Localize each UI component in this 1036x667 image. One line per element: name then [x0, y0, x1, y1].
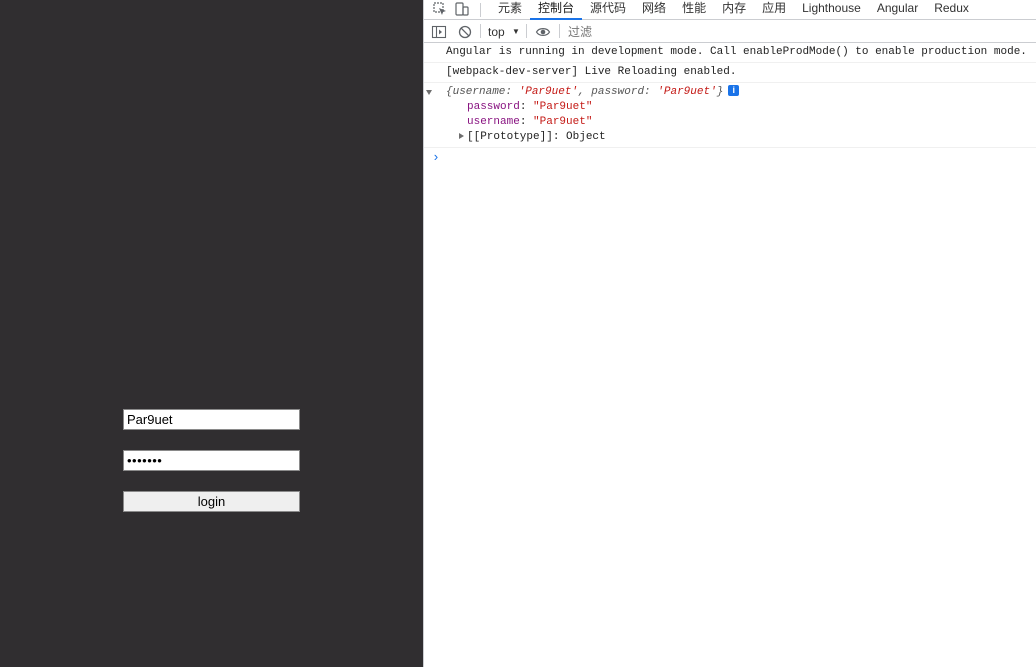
tab-memory[interactable]: 内存	[714, 0, 754, 20]
app-pane: login	[0, 0, 423, 667]
object-property-row: username: "Par9uet"	[467, 116, 593, 128]
clear-console-icon[interactable]	[457, 24, 473, 40]
toolbar-divider	[559, 24, 560, 38]
chevron-down-icon: ▼	[512, 27, 520, 36]
property-key: username	[467, 116, 520, 128]
console-object-entry: {username: 'Par9uet', password: 'Par9uet…	[424, 83, 1036, 148]
expand-triangle-icon[interactable]	[426, 90, 432, 95]
console-filter-input[interactable]	[568, 23, 1028, 41]
object-property-row: password: "Par9uet"	[467, 101, 593, 113]
tab-angular[interactable]: Angular	[869, 0, 926, 20]
console-prompt[interactable]: ›	[424, 148, 1036, 167]
console-output: Angular is running in development mode. …	[424, 43, 1036, 167]
tab-sources[interactable]: 源代码	[582, 0, 634, 20]
collapsed-triangle-icon[interactable]	[459, 133, 464, 139]
tab-network[interactable]: 网络	[634, 0, 674, 20]
login-button[interactable]: login	[123, 491, 300, 512]
username-input[interactable]	[123, 409, 300, 430]
toolbar-divider	[526, 24, 527, 38]
prototype-row[interactable]: [[Prototype]]: Object	[446, 130, 1036, 145]
devtools-tabs: 元素 控制台 源代码 网络 性能 内存 应用 Lighthouse Angula…	[490, 0, 977, 20]
console-toolbar: top ▼	[424, 21, 1036, 43]
password-input[interactable]	[123, 450, 300, 471]
console-message: Angular is running in development mode. …	[424, 43, 1036, 63]
inspect-element-icon[interactable]	[432, 1, 448, 17]
context-selector[interactable]: top ▼	[488, 24, 520, 40]
property-key: password	[467, 101, 520, 113]
sidebar-toggle-icon[interactable]	[431, 24, 447, 40]
devtools-tab-bar: 元素 控制台 源代码 网络 性能 内存 应用 Lighthouse Angula…	[424, 0, 1036, 20]
tab-redux[interactable]: Redux	[926, 0, 977, 20]
tab-elements[interactable]: 元素	[490, 0, 530, 20]
toolbar-divider	[480, 24, 481, 38]
tab-bar-divider	[480, 3, 481, 17]
tab-application[interactable]: 应用	[754, 0, 794, 20]
property-value: "Par9uet"	[533, 101, 593, 113]
object-preview-row[interactable]: {username: 'Par9uet', password: 'Par9uet…	[424, 85, 1036, 100]
context-selector-label: top	[488, 25, 505, 39]
live-expression-eye-icon[interactable]	[535, 24, 551, 40]
console-message: [webpack-dev-server] Live Reloading enab…	[424, 63, 1036, 83]
tab-performance[interactable]: 性能	[674, 0, 714, 20]
object-preview: {username: 'Par9uet', password: 'Par9uet…	[446, 86, 724, 98]
info-icon[interactable]: i	[728, 85, 740, 96]
tab-lighthouse[interactable]: Lighthouse	[794, 0, 869, 20]
devtools-panel: 元素 控制台 源代码 网络 性能 内存 应用 Lighthouse Angula…	[423, 0, 1036, 667]
property-value: "Par9uet"	[533, 116, 593, 128]
tab-console[interactable]: 控制台	[530, 0, 583, 20]
prototype-label: [[Prototype]]: Object	[467, 131, 606, 143]
device-toolbar-icon[interactable]	[454, 1, 470, 17]
prompt-chevron-icon: ›	[432, 150, 440, 165]
